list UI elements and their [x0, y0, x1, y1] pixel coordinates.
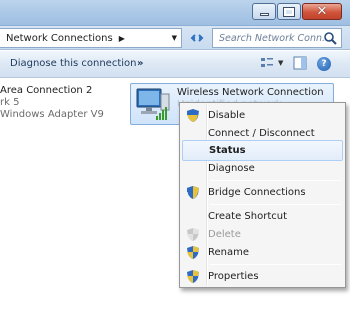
change-view-icon[interactable]: [260, 56, 274, 70]
shield-icon: [187, 109, 199, 122]
list-item-local-area-connection[interactable]: Area Connection 2 rk 5 Windows Adapter V…: [0, 85, 104, 121]
help-icon[interactable]: ?: [317, 57, 331, 71]
menu-item-bridge-connections[interactable]: Bridge Connections: [182, 182, 343, 203]
menu-item-properties[interactable]: Properties: [182, 266, 343, 287]
search-icon[interactable]: [323, 31, 337, 45]
menu-item-label: Bridge Connections: [208, 187, 306, 198]
menu-separator: [210, 204, 341, 205]
more-commands-button[interactable]: »: [137, 58, 143, 69]
menu-separator: [210, 264, 341, 265]
connection-name: Area Connection 2: [0, 85, 93, 96]
close-button[interactable]: ✕: [302, 3, 342, 20]
navigation-bar: Network Connections ▶ ▼ Search Network C…: [0, 26, 350, 50]
close-icon: ✕: [316, 4, 328, 19]
menu-item-label: Connect / Disconnect: [208, 128, 315, 139]
preview-pane-icon[interactable]: [293, 56, 307, 70]
menu-item-label: Rename: [208, 247, 250, 258]
context-menu: Disable Connect / Disconnect Status Diag…: [179, 102, 346, 288]
maximize-button[interactable]: [277, 3, 301, 20]
shield-icon: [187, 228, 199, 241]
menu-item-diagnose[interactable]: Diagnose: [182, 158, 343, 179]
caption-buttons: ✕: [251, 3, 342, 20]
minimize-icon: [259, 13, 269, 16]
search-placeholder: Search Network Conn...: [219, 32, 332, 44]
window-titlebar: ✕: [0, 0, 350, 26]
wireless-connection-name: Wireless Network Connection: [177, 87, 324, 98]
address-bar[interactable]: Network Connections ▶ ▼: [0, 28, 182, 48]
connection-device: Windows Adapter V9: [0, 109, 104, 120]
shield-icon: [187, 246, 199, 259]
refresh-icon: [190, 34, 204, 42]
refresh-button[interactable]: [187, 29, 207, 47]
menu-item-label: Disable: [208, 110, 246, 121]
view-options: ▼: [260, 56, 307, 70]
shield-icon: [187, 186, 199, 199]
menu-item-label: Properties: [208, 271, 259, 282]
maximize-icon: [283, 6, 295, 17]
breadcrumb-network-connections[interactable]: Network Connections: [6, 33, 113, 44]
breadcrumb-arrow-icon[interactable]: ▶: [119, 34, 125, 43]
menu-separator: [210, 180, 341, 181]
menu-item-label: Diagnose: [208, 163, 255, 174]
diagnose-connection-button[interactable]: Diagnose this connection: [10, 58, 136, 69]
address-dropdown-icon[interactable]: ▼: [172, 34, 177, 42]
menu-item-label: Delete: [208, 229, 241, 240]
command-bar: Diagnose this connection » ▼ ?: [0, 51, 350, 78]
wireless-network-icon: [136, 88, 170, 120]
shield-icon: [187, 270, 199, 283]
view-dropdown-icon[interactable]: ▼: [278, 59, 283, 67]
menu-item-rename[interactable]: Rename: [182, 242, 343, 263]
menu-item-label: Create Shortcut: [208, 211, 287, 222]
connection-status: rk 5: [0, 97, 20, 108]
minimize-button[interactable]: [252, 3, 276, 20]
menu-item-label: Status: [209, 145, 246, 156]
search-input[interactable]: Search Network Conn...: [212, 28, 342, 48]
